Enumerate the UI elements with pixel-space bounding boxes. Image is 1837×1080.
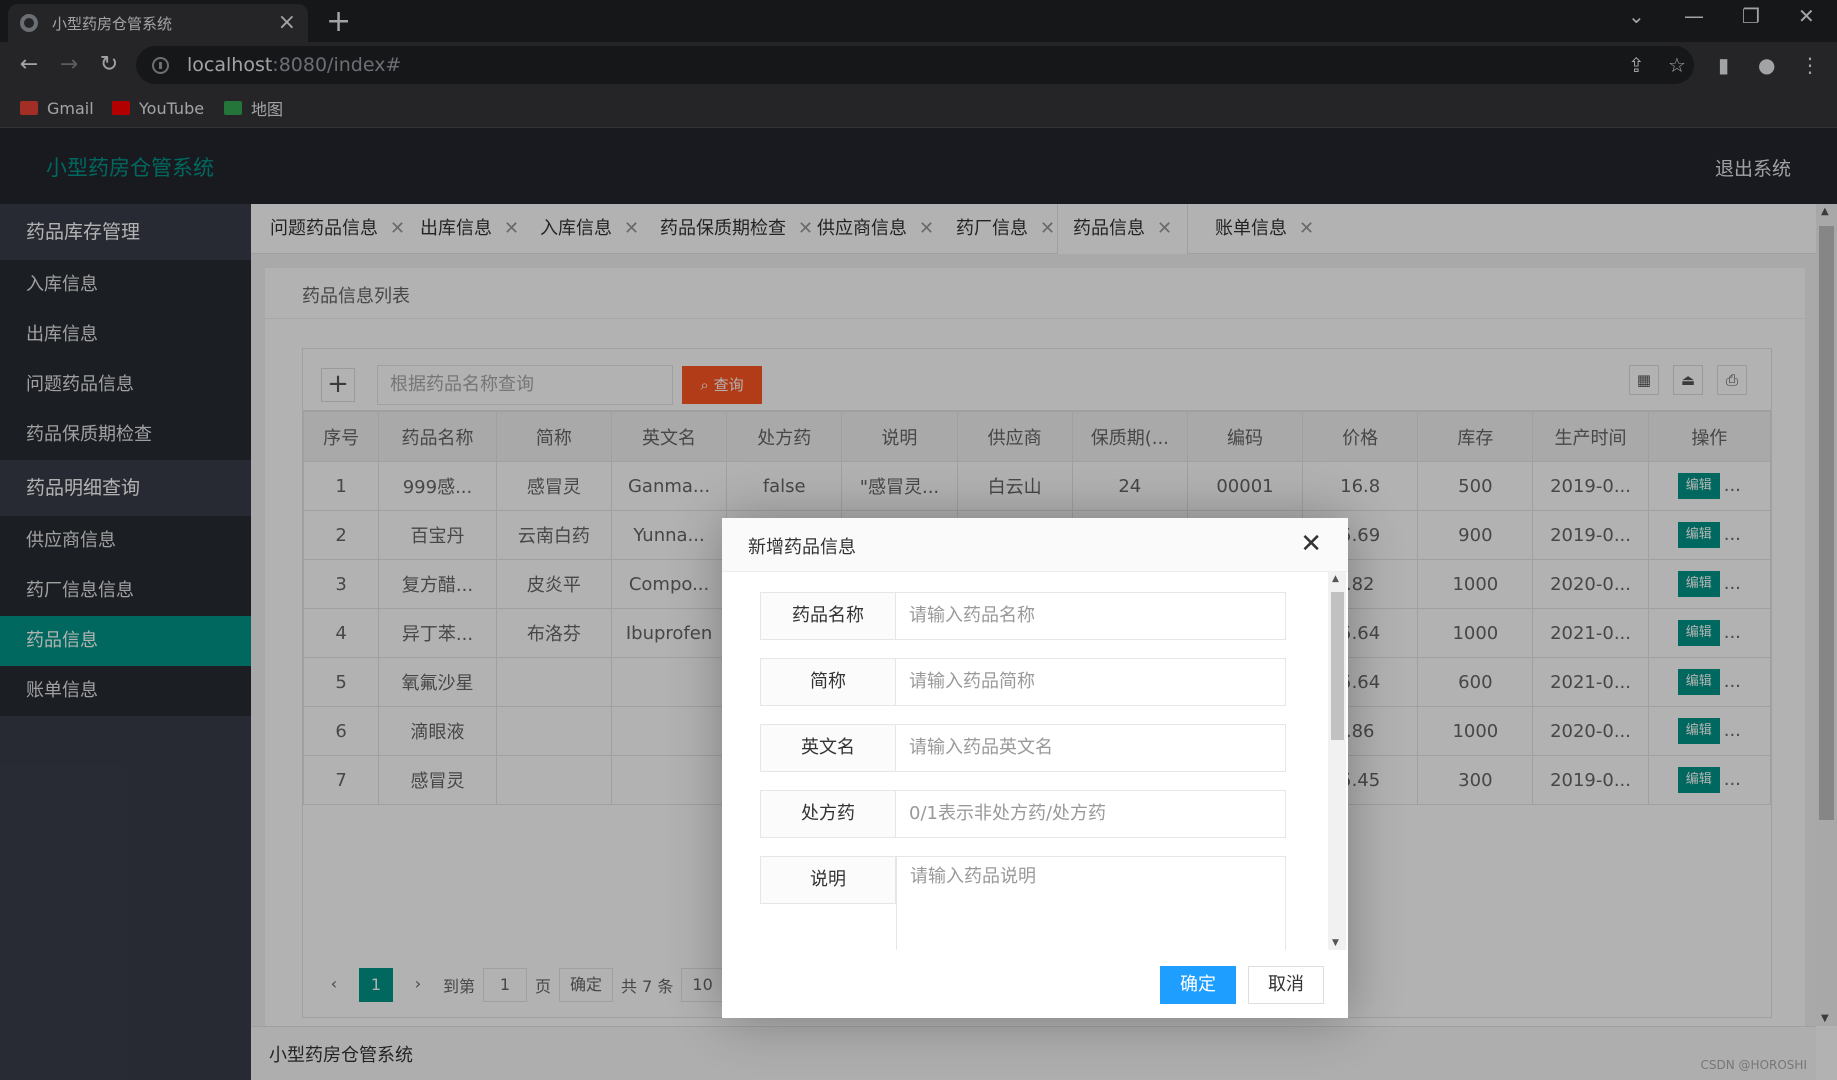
field-label: 药品名称 bbox=[760, 592, 896, 640]
add-drug-dialog: 新增药品信息 ✕ 药品名称 请输入药品名称 简称 请输入药品简称 英文名 请输入… bbox=[722, 518, 1348, 1018]
drug-name-input[interactable]: 请输入药品名称 bbox=[896, 592, 1286, 640]
field-label: 说明 bbox=[760, 856, 896, 904]
form-row-rx: 处方药 0/1表示非处方药/处方药 bbox=[760, 790, 1286, 838]
field-label: 简称 bbox=[760, 658, 896, 706]
scroll-down-icon[interactable]: ▼ bbox=[1332, 938, 1339, 948]
field-label: 英文名 bbox=[760, 724, 896, 772]
description-textarea[interactable]: 请输入药品说明 bbox=[896, 856, 1286, 950]
cancel-button[interactable]: 取消 bbox=[1248, 966, 1324, 1004]
dialog-title: 新增药品信息 bbox=[748, 537, 856, 558]
drug-abbr-input[interactable]: 请输入药品简称 bbox=[896, 658, 1286, 706]
close-icon[interactable]: ✕ bbox=[1300, 530, 1322, 558]
form-row-name: 药品名称 请输入药品名称 bbox=[760, 592, 1286, 640]
form-row-english: 英文名 请输入药品英文名 bbox=[760, 724, 1286, 772]
dialog-body: 药品名称 请输入药品名称 简称 请输入药品简称 英文名 请输入药品英文名 处方药… bbox=[722, 572, 1348, 950]
field-label: 处方药 bbox=[760, 790, 896, 838]
scrollbar-thumb[interactable] bbox=[1331, 592, 1344, 740]
watermark: CSDN @HOROSHI bbox=[1700, 1058, 1807, 1072]
dialog-footer: 确定 取消 bbox=[722, 950, 1348, 1018]
confirm-button[interactable]: 确定 bbox=[1160, 966, 1236, 1004]
form-row-desc: 说明 请输入药品说明 bbox=[760, 856, 1286, 950]
drug-english-input[interactable]: 请输入药品英文名 bbox=[896, 724, 1286, 772]
scroll-up-icon[interactable]: ▲ bbox=[1332, 574, 1339, 584]
form-row-abbr: 简称 请输入药品简称 bbox=[760, 658, 1286, 706]
prescription-input[interactable]: 0/1表示非处方药/处方药 bbox=[896, 790, 1286, 838]
dialog-header: 新增药品信息 ✕ bbox=[722, 518, 1348, 572]
dialog-scrollbar[interactable]: ▲ ▼ bbox=[1328, 572, 1346, 950]
